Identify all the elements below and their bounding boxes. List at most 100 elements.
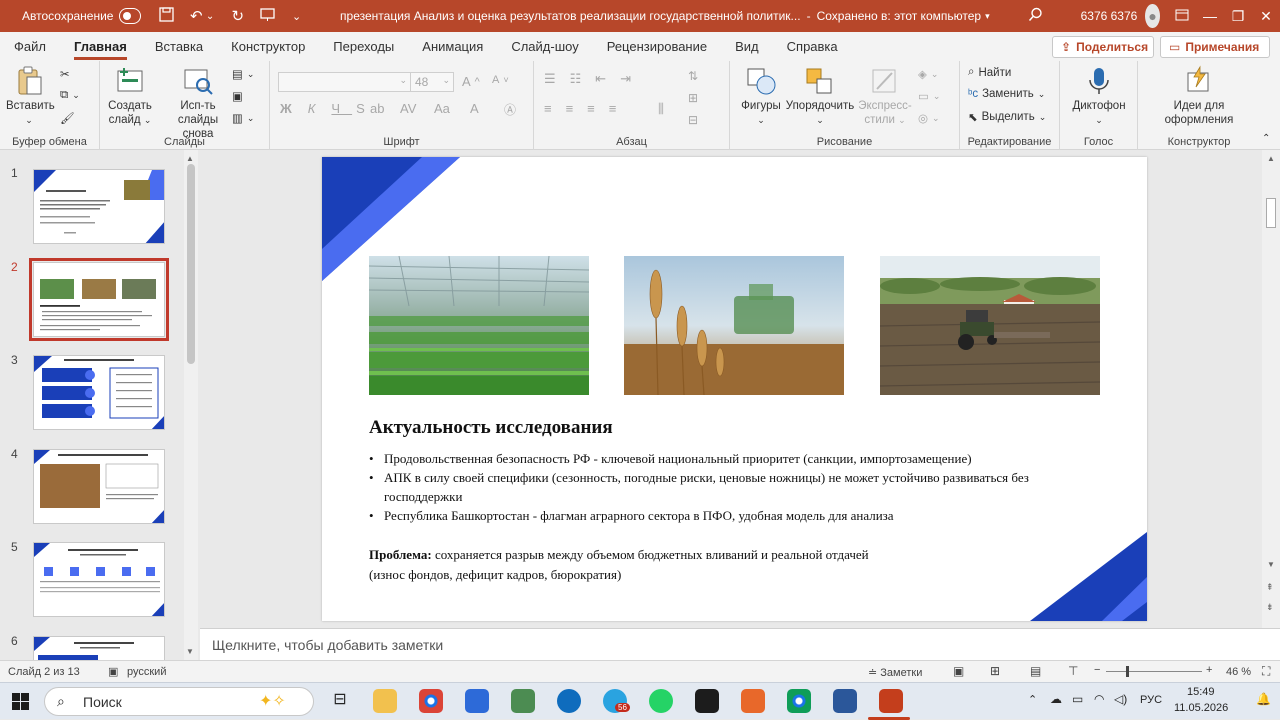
thumbnail-slide-1[interactable] — [33, 169, 165, 244]
notes-toggle-button[interactable]: ≐ Заметки — [868, 666, 922, 679]
grow-font-icon[interactable]: A ^ — [462, 74, 480, 89]
tab-transitions[interactable]: Переходы — [319, 32, 408, 61]
clock-time[interactable]: 15:49 — [1187, 686, 1215, 698]
select-button[interactable]: ⬉ Выделить ⌄ — [968, 110, 1046, 124]
reuse-slides-button[interactable]: Исп-ть слайды снова — [162, 65, 234, 141]
whatsapp-icon[interactable] — [649, 689, 673, 713]
volume-icon[interactable]: ◁) — [1114, 692, 1127, 706]
normal-view-icon[interactable]: ▣ — [953, 664, 964, 678]
slide-scroll-thumb[interactable] — [1266, 198, 1276, 228]
next-slide-icon[interactable]: ⇟ — [1266, 602, 1274, 613]
wheat-harvest-photo[interactable] — [624, 256, 844, 395]
text-direction-icon[interactable]: ⇅ — [688, 69, 698, 83]
columns-icon[interactable]: ⫼ — [658, 101, 664, 117]
minimize-icon[interactable]: — — [1196, 8, 1224, 24]
restore-icon[interactable]: ❐ — [1224, 8, 1252, 25]
chrome-icon[interactable] — [419, 689, 443, 713]
slide-scrollbar[interactable]: ▲ ▼ ⇞ ⇟ — [1262, 150, 1280, 628]
replace-button[interactable]: ᵇc Заменить ⌄ — [968, 88, 1045, 100]
file-explorer-icon[interactable] — [373, 689, 397, 713]
dictate-button[interactable]: Диктофон ⌄ — [1066, 65, 1132, 127]
presentation-icon[interactable] — [260, 7, 275, 26]
reading-view-icon[interactable]: ▤ — [1030, 664, 1041, 678]
arrange-button[interactable]: Упорядочить ⌄ — [784, 65, 856, 127]
tab-animations[interactable]: Анимация — [408, 32, 497, 61]
remote-desktop-icon[interactable] — [511, 689, 535, 713]
customize-qat-icon[interactable]: ⌄ — [291, 10, 302, 23]
autosave-toggle[interactable] — [119, 8, 141, 24]
collapse-ribbon-icon[interactable]: ⌃ — [1262, 133, 1270, 144]
task-view-icon[interactable]: ⊟ — [328, 689, 352, 713]
font-color-icon[interactable]: A — [470, 101, 479, 116]
align-text-icon[interactable]: ⊞ — [688, 91, 698, 105]
thumbnail-slide-6[interactable] — [33, 636, 165, 660]
zoom-slider[interactable] — [1106, 671, 1202, 672]
user-avatar-icon[interactable]: ● — [1145, 4, 1160, 28]
tab-help[interactable]: Справка — [773, 32, 852, 61]
slide-sorter-icon[interactable]: ⊞ — [990, 664, 1000, 678]
save-status[interactable]: Сохранено в: этот компьютер — [817, 9, 982, 23]
problem-statement[interactable]: Проблема: сохраняется разрыв между объем… — [369, 545, 1089, 585]
tab-design[interactable]: Конструктор — [217, 32, 319, 61]
slide-canvas[interactable]: Актуальность исследования Продовольствен… — [322, 157, 1147, 621]
input-language[interactable]: РУС — [1140, 694, 1162, 706]
taskbar-search-box[interactable]: ⌕ Поиск ✦✧ — [44, 687, 314, 716]
cut-icon[interactable]: ✂ — [60, 67, 70, 81]
windows-start-icon[interactable] — [12, 693, 29, 713]
save-icon[interactable] — [159, 6, 174, 26]
zoom-in-icon[interactable]: + — [1206, 664, 1212, 676]
copy-icon[interactable]: ⧉ ⌄ — [60, 89, 80, 102]
list-icons[interactable]: ☰☷⇤⇥ — [544, 71, 645, 87]
undo-dropdown-icon[interactable]: ⌄ — [205, 11, 216, 22]
search-icon[interactable] — [1028, 7, 1043, 26]
thumbnail-slide-3[interactable] — [33, 355, 165, 430]
tab-home[interactable]: Главная — [60, 32, 141, 61]
tab-slideshow[interactable]: Слайд-шоу — [497, 32, 592, 61]
slide-title[interactable]: Актуальность исследования — [369, 417, 613, 439]
chrome-icon-2[interactable] — [787, 689, 811, 713]
strikethrough-icon[interactable]: ab — [370, 101, 384, 116]
find-button[interactable]: ⌕ Найти — [968, 66, 1011, 79]
comments-button[interactable]: ▭ Примечания — [1160, 36, 1270, 58]
align-icons[interactable]: ≡≡≡≡ — [544, 101, 630, 116]
shape-outline-icon[interactable]: ▭ ⌄ — [918, 89, 940, 104]
paste-button[interactable]: Вставить ⌄ — [6, 65, 55, 127]
clear-format-icon[interactable]: Ⓐ — [504, 101, 516, 118]
tab-file[interactable]: Файл — [0, 32, 60, 61]
reset-icon[interactable]: ▣ — [232, 89, 243, 103]
shape-effects-icon[interactable]: ◎ ⌄ — [918, 111, 940, 126]
tray-chevron-icon[interactable]: ⌃ — [1028, 693, 1037, 706]
language-status[interactable]: русский — [127, 666, 166, 678]
spellcheck-icon[interactable]: ▣ — [108, 665, 118, 678]
font-format-icons[interactable]: ЖКЧS — [280, 101, 377, 116]
clock-date[interactable]: 11.05.2026 — [1174, 702, 1228, 714]
thumbnail-slide-5[interactable] — [33, 542, 165, 617]
app-icon[interactable] — [695, 689, 719, 713]
wifi-icon[interactable]: ◠ — [1094, 692, 1104, 706]
ribbon-display-icon[interactable] — [1168, 8, 1196, 24]
battery-icon[interactable]: ▭ — [1072, 692, 1083, 706]
tab-view[interactable]: Вид — [721, 32, 773, 61]
user-name[interactable]: 6376 6376 — [1081, 9, 1138, 23]
design-ideas-button[interactable]: Идеи для оформления — [1144, 65, 1254, 127]
share-button[interactable]: ⇪ Поделиться — [1052, 36, 1154, 58]
redo-icon[interactable]: ↻ — [232, 7, 245, 25]
change-case-icon[interactable]: Aa — [434, 101, 450, 116]
undo-icon[interactable]: ↶ — [190, 7, 203, 25]
zoom-slider-thumb[interactable] — [1126, 666, 1129, 677]
onedrive-icon[interactable]: ☁ — [1050, 692, 1062, 706]
thumbnail-slide-4[interactable] — [33, 449, 165, 524]
greenhouse-photo[interactable] — [369, 256, 589, 395]
save-status-chevron-icon[interactable]: ▾ — [985, 11, 990, 22]
font-name-box[interactable]: ⌄ — [278, 72, 412, 92]
zoom-out-icon[interactable]: − — [1094, 664, 1100, 676]
fit-slide-icon[interactable]: ⛶ — [1262, 664, 1270, 679]
notes-pane[interactable]: Щелкните, чтобы добавить заметки — [200, 628, 1280, 660]
thumbnail-slide-2[interactable] — [29, 258, 169, 341]
char-spacing-icon[interactable]: AV — [400, 101, 416, 116]
close-icon[interactable]: ✕ — [1252, 8, 1280, 25]
format-painter-icon[interactable]: 🖌 — [60, 111, 75, 125]
section-icon[interactable]: ▥ ⌄ — [232, 111, 254, 126]
font-size-box[interactable]: 48 ⌄ — [410, 72, 454, 92]
zoom-level[interactable]: 46 % — [1226, 666, 1251, 678]
